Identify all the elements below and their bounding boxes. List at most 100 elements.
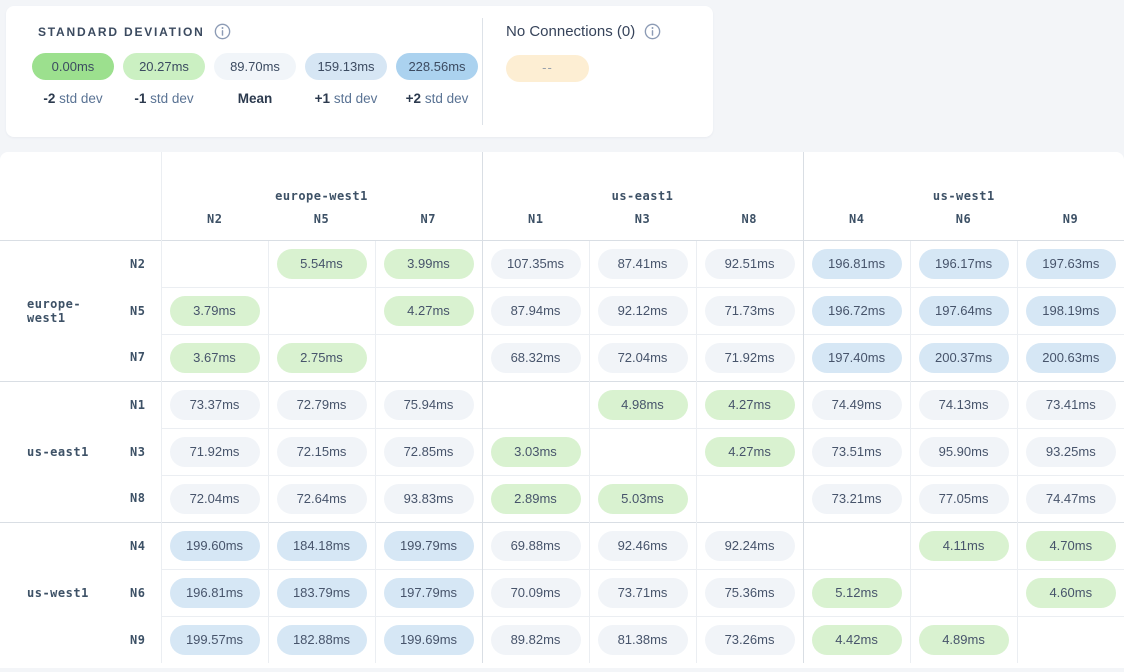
latency-pill[interactable]: 4.11ms [919, 531, 1009, 561]
latency-pill[interactable]: 77.05ms [919, 484, 1009, 514]
latency-pill[interactable]: 196.17ms [919, 249, 1009, 279]
latency-pill[interactable]: 93.25ms [1026, 437, 1116, 467]
latency-pill[interactable]: 92.46ms [598, 531, 688, 561]
latency-pill[interactable]: 71.92ms [705, 343, 795, 373]
latency-pill[interactable]: 89.82ms [491, 625, 581, 655]
latency-pill[interactable]: 199.79ms [384, 531, 474, 561]
latency-pill[interactable]: 74.49ms [812, 390, 902, 420]
latency-pill[interactable]: 197.64ms [919, 296, 1009, 326]
latency-pill[interactable]: 197.79ms [384, 578, 474, 608]
latency-pill[interactable]: 81.38ms [598, 625, 688, 655]
latency-pill[interactable]: 75.94ms [384, 390, 474, 420]
latency-pill[interactable]: 74.13ms [919, 390, 1009, 420]
latency-pill[interactable]: 73.26ms [705, 625, 795, 655]
latency-pill[interactable]: 196.81ms [170, 578, 260, 608]
latency-pill[interactable]: 73.41ms [1026, 390, 1116, 420]
column-node-label: N5 [268, 212, 375, 240]
latency-pill[interactable]: 71.92ms [170, 437, 260, 467]
latency-pill[interactable]: 92.24ms [705, 531, 795, 561]
latency-pill[interactable]: 198.19ms [1026, 296, 1116, 326]
latency-pill[interactable]: 87.41ms [598, 249, 688, 279]
latency-cell: 72.64ms [268, 475, 375, 522]
latency-cell: 93.25ms [1017, 428, 1124, 475]
legend-label-plus2: +2 std dev [396, 91, 478, 106]
latency-pill[interactable]: 4.98ms [598, 390, 688, 420]
latency-pill[interactable]: 183.79ms [277, 578, 367, 608]
no-connections-legend: No Connections (0) -- [483, 6, 661, 137]
latency-cell: 3.03ms [482, 428, 589, 475]
latency-pill[interactable]: 4.70ms [1026, 531, 1116, 561]
latency-pill[interactable]: 197.63ms [1026, 249, 1116, 279]
latency-pill[interactable]: 68.32ms [491, 343, 581, 373]
legend-card: STANDARD DEVIATION 0.00ms 20.27ms 89.70m… [6, 6, 713, 137]
latency-cell [1017, 616, 1124, 663]
latency-pill[interactable]: 199.60ms [170, 531, 260, 561]
latency-pill[interactable]: 75.36ms [705, 578, 795, 608]
latency-pill[interactable]: 71.73ms [705, 296, 795, 326]
legend-title: STANDARD DEVIATION [38, 25, 205, 39]
matrix-corner [0, 152, 161, 240]
latency-cell: 4.89ms [910, 616, 1017, 663]
latency-pill[interactable]: 200.63ms [1026, 343, 1116, 373]
latency-pill[interactable]: 3.99ms [384, 249, 474, 279]
latency-cell: 2.89ms [482, 475, 589, 522]
latency-cell: 71.73ms [696, 287, 803, 334]
latency-cell: 87.41ms [589, 240, 696, 287]
legend-pill-minus2: 0.00ms [32, 53, 114, 80]
latency-pill[interactable]: 2.75ms [277, 343, 367, 373]
latency-pill[interactable]: 4.42ms [812, 625, 902, 655]
latency-pill[interactable]: 72.15ms [277, 437, 367, 467]
latency-pill[interactable]: 197.40ms [812, 343, 902, 373]
info-icon[interactable] [644, 23, 661, 40]
latency-pill[interactable]: 2.89ms [491, 484, 581, 514]
latency-pill[interactable]: 107.35ms [491, 249, 581, 279]
latency-pill[interactable]: 196.81ms [812, 249, 902, 279]
latency-pill[interactable]: 5.54ms [277, 249, 367, 279]
latency-pill[interactable]: 70.09ms [491, 578, 581, 608]
latency-pill[interactable]: 72.79ms [277, 390, 367, 420]
latency-pill[interactable]: 4.89ms [919, 625, 1009, 655]
latency-pill[interactable]: 69.88ms [491, 531, 581, 561]
latency-pill[interactable]: 4.60ms [1026, 578, 1116, 608]
latency-pill[interactable]: 95.90ms [919, 437, 1009, 467]
latency-pill[interactable]: 3.67ms [170, 343, 260, 373]
latency-cell: 197.63ms [1017, 240, 1124, 287]
latency-pill[interactable]: 92.51ms [705, 249, 795, 279]
latency-pill[interactable]: 4.27ms [705, 437, 795, 467]
latency-pill[interactable]: 199.57ms [170, 625, 260, 655]
latency-pill[interactable]: 87.94ms [491, 296, 581, 326]
latency-pill[interactable]: 72.04ms [170, 484, 260, 514]
latency-pill[interactable]: 72.64ms [277, 484, 367, 514]
latency-pill[interactable]: 73.71ms [598, 578, 688, 608]
latency-cell: 92.24ms [696, 522, 803, 569]
latency-pill[interactable]: 4.27ms [705, 390, 795, 420]
latency-cell: 107.35ms [482, 240, 589, 287]
info-icon[interactable] [214, 23, 231, 40]
legend-label-minus1: -1 std dev [123, 91, 205, 106]
latency-pill[interactable]: 3.03ms [491, 437, 581, 467]
row-node-label: N9 [118, 616, 161, 663]
latency-pill[interactable]: 182.88ms [277, 625, 367, 655]
latency-pill[interactable]: 4.27ms [384, 296, 474, 326]
no-connections-pill: -- [506, 55, 589, 82]
latency-pill[interactable]: 73.37ms [170, 390, 260, 420]
latency-cell: 73.41ms [1017, 381, 1124, 428]
latency-pill[interactable]: 184.18ms [277, 531, 367, 561]
latency-pill[interactable]: 73.21ms [812, 484, 902, 514]
latency-pill[interactable]: 199.69ms [384, 625, 474, 655]
latency-cell: 3.99ms [375, 240, 482, 287]
latency-pill[interactable]: 73.51ms [812, 437, 902, 467]
latency-pill[interactable]: 72.85ms [384, 437, 474, 467]
latency-pill[interactable]: 3.79ms [170, 296, 260, 326]
latency-pill[interactable]: 5.12ms [812, 578, 902, 608]
latency-pill[interactable]: 5.03ms [598, 484, 688, 514]
latency-pill[interactable]: 92.12ms [598, 296, 688, 326]
latency-pill[interactable]: 72.04ms [598, 343, 688, 373]
latency-pill[interactable]: 93.83ms [384, 484, 474, 514]
latency-cell: 196.17ms [910, 240, 1017, 287]
latency-matrix-card: europe-west1us-east1us-west1N2N5N7N1N3N8… [0, 152, 1124, 668]
latency-pill[interactable]: 196.72ms [812, 296, 902, 326]
legend-label-minus2: -2 std dev [32, 91, 114, 106]
latency-pill[interactable]: 200.37ms [919, 343, 1009, 373]
latency-pill[interactable]: 74.47ms [1026, 484, 1116, 514]
